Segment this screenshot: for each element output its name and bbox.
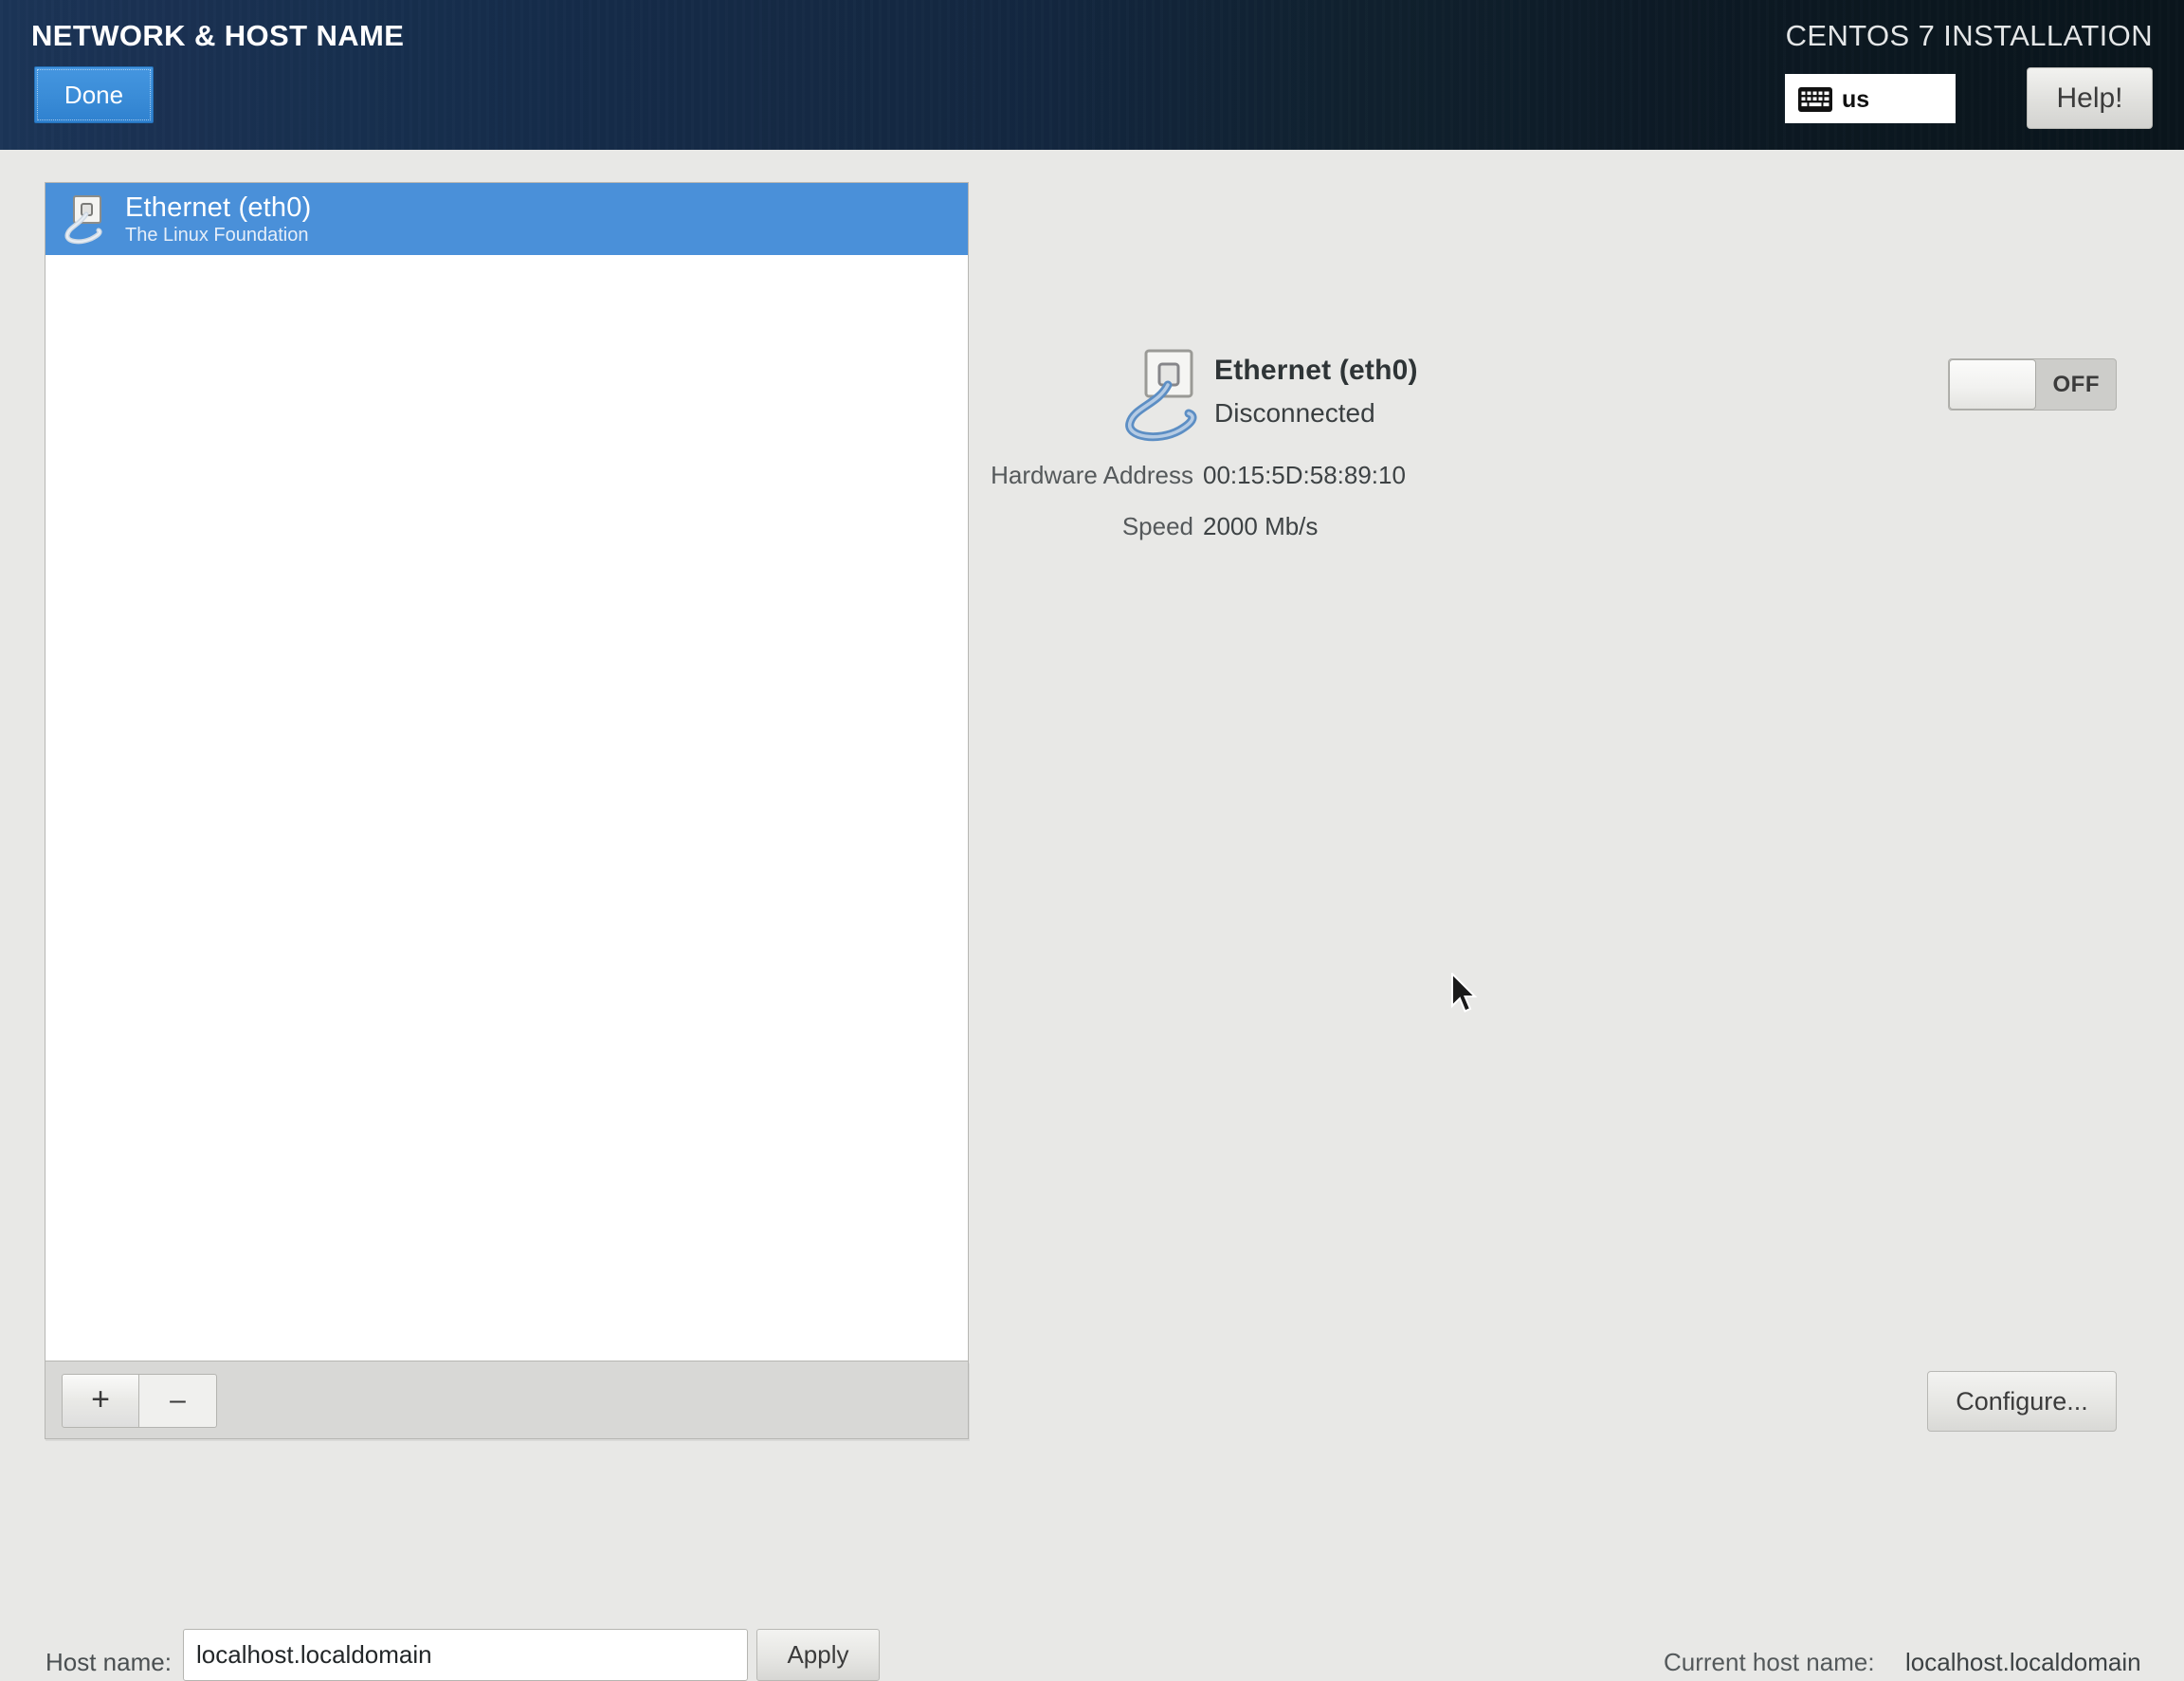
device-enable-toggle[interactable]: OFF [1948,358,2117,411]
main-content: Ethernet (eth0) The Linux Foundation + –… [0,150,2184,1681]
network-device-list[interactable]: Ethernet (eth0) The Linux Foundation [45,182,969,1361]
toggle-state-label: OFF [2052,372,2100,397]
ethernet-icon [61,193,112,247]
help-button[interactable]: Help! [2027,67,2153,129]
installer-header: NETWORK & HOST NAME Done CENTOS 7 INSTAL… [0,0,2184,150]
hostname-input[interactable] [183,1629,748,1681]
detail-label: Hardware Address [991,461,1193,489]
list-item[interactable]: Ethernet (eth0) The Linux Foundation [46,183,968,255]
apply-button[interactable]: Apply [756,1629,880,1681]
add-device-button[interactable]: + [62,1374,139,1428]
toggle-knob[interactable] [1949,359,2036,410]
keyboard-icon [1798,87,1832,112]
device-name: Ethernet (eth0) [125,192,312,223]
ethernet-icon [1120,347,1215,449]
detail-value: 2000 Mb/s [1203,512,1319,540]
detail-row-hardware-address: Hardware Address 00:15:5D:58:89:10 [990,461,1502,490]
remove-device-button[interactable]: – [139,1374,217,1428]
device-vendor: The Linux Foundation [125,224,309,246]
configure-button[interactable]: Configure... [1927,1371,2117,1432]
detail-label: Speed [1121,512,1193,540]
current-hostname-value: localhost.localdomain [1905,1648,2141,1676]
page-title: NETWORK & HOST NAME [31,19,405,52]
detail-row-speed: Speed 2000 Mb/s [990,512,1502,541]
detail-device-status: Disconnected [1214,398,1375,428]
keyboard-layout-indicator[interactable]: us [1785,74,1956,123]
keyboard-layout-label: us [1842,86,1870,113]
current-hostname-label: Current host name: [1664,1648,1875,1676]
device-list-toolbar: + – [45,1361,969,1439]
detail-device-name: Ethernet (eth0) [1214,355,1418,386]
hostname-label: Host name: [46,1648,172,1676]
installation-title: CENTOS 7 INSTALLATION [1785,19,2153,52]
done-button[interactable]: Done [34,66,154,123]
detail-value: 00:15:5D:58:89:10 [1203,461,1406,489]
